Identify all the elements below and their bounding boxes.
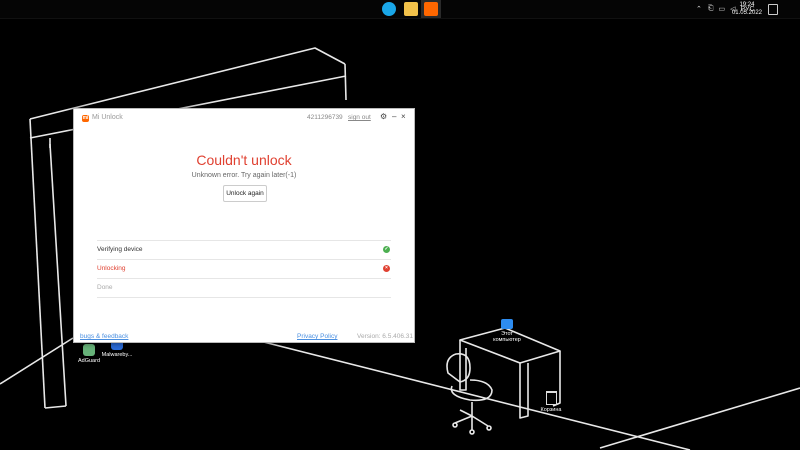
error-message: Unknown error. Try again later(-1): [191, 172, 297, 179]
account-id: 4211296739: [307, 114, 343, 121]
step-unlocking: Unlocking: [97, 265, 126, 272]
usb-icon[interactable]: ⎗: [708, 5, 714, 13]
divider: [97, 278, 391, 279]
desktop-icon-recycle-bin[interactable]: Корзина: [536, 391, 566, 413]
recycle-bin-icon: [545, 391, 557, 405]
desktop-icon-this-pc[interactable]: Этот компьютер: [490, 319, 524, 343]
adguard-icon: [83, 344, 95, 356]
step-done: Done: [97, 284, 113, 291]
desktop-icon-label: Malwareby...: [101, 352, 133, 358]
window-titlebar[interactable]: mi Mi Unlock 4211296739 sign out ⚙ – ×: [74, 109, 414, 127]
divider: [97, 259, 391, 260]
divider: [97, 297, 391, 298]
clock[interactable]: 19:24 01.05.2022: [732, 1, 762, 17]
unlock-again-button[interactable]: Unlock again: [223, 185, 267, 202]
error-x-icon: ×: [383, 265, 390, 272]
divider: [97, 240, 391, 241]
computer-icon: [501, 319, 513, 329]
mi-unlock-taskbar-icon: [424, 2, 438, 16]
clock-time: 19:24: [739, 2, 755, 8]
success-check-icon: ✓: [383, 246, 390, 253]
clock-date: 01.05.2022: [731, 10, 762, 16]
status-heading: Couldn't unlock: [196, 152, 292, 168]
minimize-icon[interactable]: –: [392, 113, 396, 121]
file-explorer-icon[interactable]: [404, 2, 418, 16]
desktop-icon-label: Этот компьютер: [493, 331, 521, 343]
version-label: Version: 6.5.406.31: [357, 333, 414, 340]
close-icon[interactable]: ×: [401, 113, 406, 121]
edge-icon[interactable]: [382, 2, 396, 16]
mi-logo-icon: mi: [82, 115, 89, 122]
taskbar-active-app[interactable]: [421, 0, 441, 18]
network-icon[interactable]: ▭: [718, 5, 725, 13]
settings-gear-icon[interactable]: ⚙: [380, 113, 387, 121]
chevron-up-icon[interactable]: ⌃: [696, 5, 702, 13]
bugs-feedback-link[interactable]: bugs & feedback: [80, 333, 128, 340]
step-verifying-device: Verifying device: [97, 246, 143, 253]
sign-out-link[interactable]: sign out: [348, 114, 371, 121]
desktop-icon-label: AdGuard: [77, 358, 100, 364]
desktop-icon-label: Корзина: [540, 407, 562, 413]
mi-unlock-window: mi Mi Unlock 4211296739 sign out ⚙ – × C…: [73, 108, 415, 343]
notifications-icon[interactable]: [768, 4, 778, 15]
taskbar: ⌃ ⎗ ▭ ◁ РУС 19:24 01.05.2022: [0, 0, 800, 19]
privacy-policy-link[interactable]: Privacy Policy: [297, 333, 337, 340]
window-title: Mi Unlock: [92, 114, 123, 121]
